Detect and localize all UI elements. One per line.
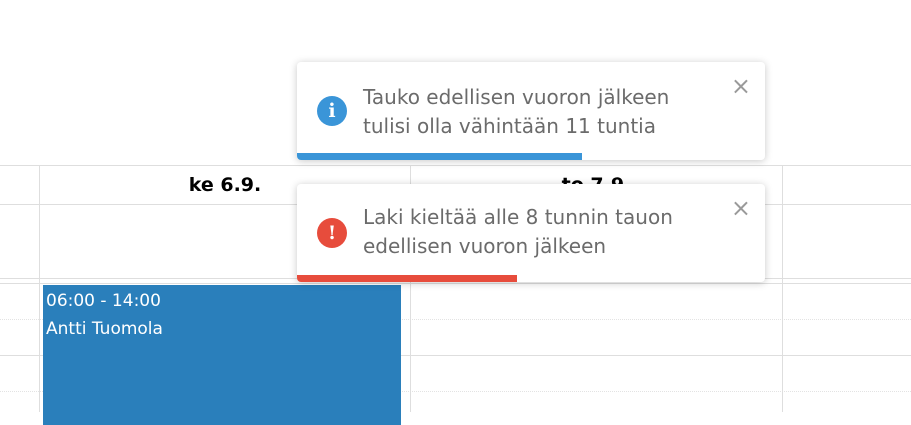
toast-message: Laki kieltää alle 8 tunnin tauon edellis… <box>363 205 673 258</box>
shift-event[interactable]: 06:00 - 14:00 Antti Tuomola <box>43 285 401 425</box>
shift-time: 06:00 - 14:00 <box>46 291 161 311</box>
grid-line <box>782 165 783 412</box>
exclamation-icon: ! <box>317 218 347 248</box>
close-icon[interactable]: × <box>731 74 751 98</box>
toast-info[interactable]: i Tauko edellisen vuoron jälkeen tulisi … <box>297 62 765 160</box>
toast-progress-bar <box>297 153 583 160</box>
shift-employee-name: Antti Tuomola <box>46 319 163 339</box>
toast-message: Tauko edellisen vuoron jälkeen tulisi ol… <box>363 85 670 138</box>
toast-error[interactable]: ! Laki kieltää alle 8 tunnin tauon edell… <box>297 184 765 282</box>
close-icon[interactable]: × <box>731 196 751 220</box>
grid-line <box>0 283 911 284</box>
toast-progress-bar <box>297 275 517 282</box>
info-icon: i <box>317 96 347 126</box>
